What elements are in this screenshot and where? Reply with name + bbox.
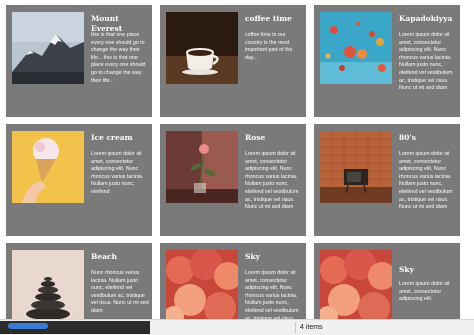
card-description: Lorem ipsum dolor sit amet, consectetur … [399, 32, 453, 92]
card-description: Lorem ipsum dolor sit amet, consectetur … [245, 270, 299, 319]
card-title: Ice cream [91, 133, 133, 142]
card-title: Mount Everest [91, 14, 123, 33]
status-divider [295, 322, 296, 333]
taskbar-strip [0, 321, 150, 334]
card-description: Lorem ipsum dolor sit amet, consectetur … [399, 281, 450, 303]
card-mount-everest[interactable]: Mount Everest this is that one place eve… [6, 5, 152, 117]
card-title: Rose [245, 133, 266, 142]
card-description: Lorem ipsum dolor sit amet, consectetur … [245, 151, 299, 211]
card-description: Lorem ipsum dolor sit amet, consectetur … [91, 151, 144, 195]
card-beach[interactable]: Beach Nunc rhoncus varius lacinia. Nulla… [6, 243, 152, 319]
card-title: Sky [399, 265, 414, 274]
red-clouds-photo [320, 250, 392, 319]
card-sky[interactable]: Sky Lorem ipsum dolor sit amet, consecte… [160, 243, 306, 319]
card-title: Beach [91, 252, 117, 261]
retro-tv-photo [320, 131, 392, 203]
card-description: Nunc rhoncus varius lacinia. Nullam just… [91, 270, 149, 314]
hot-air-balloons-photo [320, 12, 392, 84]
item-count: 4 items [300, 324, 323, 331]
card-80s[interactable]: 80's Lorem ipsum dolor sit amet, consect… [314, 124, 460, 236]
stacked-stones-photo [12, 250, 84, 319]
status-bar: 4 items [0, 319, 474, 335]
mountain-photo [12, 12, 84, 84]
rose-in-vase-photo [166, 131, 238, 203]
taskbar-pill[interactable] [8, 323, 48, 330]
card-description: this is that one place every one should … [91, 32, 146, 84]
card-coffee-time[interactable]: coffee time coffee time in our country i… [160, 5, 306, 117]
red-clouds-photo [166, 250, 238, 319]
card-title: Sky [245, 252, 260, 261]
card-title: Kapadokiyya [399, 14, 453, 23]
card-description: coffee time in our country is the most i… [245, 32, 293, 61]
card-kapadokiyya[interactable]: Kapadokiyya Lorem ipsum dolor sit amet, … [314, 5, 460, 117]
card-ice-cream[interactable]: Ice cream Lorem ipsum dolor sit amet, co… [6, 124, 152, 236]
card-sky-2[interactable]: Sky Lorem ipsum dolor sit amet, consecte… [314, 243, 460, 319]
coffee-cup-photo [166, 12, 238, 84]
card-title: 80's [399, 133, 416, 142]
card-description: Lorem ipsum dolor sit amet, consectetur … [399, 151, 453, 211]
card-title: coffee time [245, 14, 292, 23]
ice-cream-cone-photo [12, 131, 84, 203]
card-rose[interactable]: Rose Lorem ipsum dolor sit amet, consect… [160, 124, 306, 236]
